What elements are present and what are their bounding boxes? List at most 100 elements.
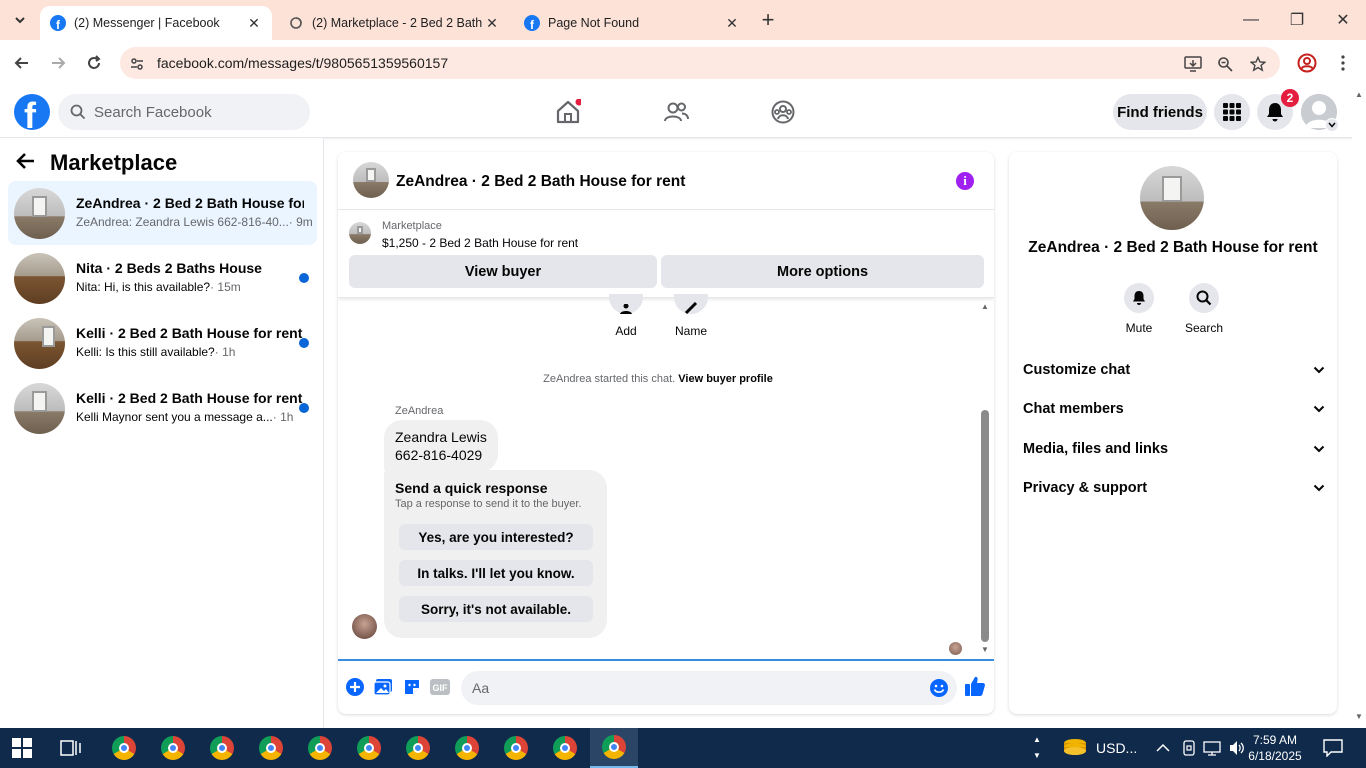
windows-taskbar: ▲ ▼ USD... 7:59 AM 6/18/2025 — [0, 728, 1366, 768]
site-info-icon[interactable] — [128, 55, 146, 73]
tab-page-not-found[interactable]: f Page Not Found ✕ — [514, 6, 750, 40]
close-tab-icon[interactable]: ✕ — [484, 15, 500, 31]
facebook-logo[interactable]: f — [14, 94, 50, 130]
home-nav-button[interactable] — [554, 98, 582, 126]
info-icon[interactable]: i — [956, 172, 974, 190]
listing-avatar[interactable] — [1140, 166, 1204, 230]
install-app-icon[interactable] — [1184, 55, 1202, 73]
menu-button[interactable] — [1214, 94, 1250, 130]
tab-search-dropdown[interactable] — [8, 8, 32, 32]
restore-button[interactable]: ❐ — [1274, 0, 1320, 40]
task-view-icon[interactable] — [60, 738, 82, 758]
chrome-taskbar-app[interactable] — [443, 728, 491, 768]
mute-button[interactable]: Mute — [1114, 283, 1164, 335]
chrome-taskbar-app-active[interactable] — [590, 728, 638, 768]
facebook-search-input[interactable]: Search Facebook — [58, 94, 310, 130]
quick-response-card: Send a quick response Tap a response to … — [384, 470, 607, 638]
tab-marketplace[interactable]: (2) Marketplace - 2 Bed 2 Bath House ✕ — [278, 6, 510, 40]
message-bubble[interactable]: Zeandra Lewis 662-816-4029 — [384, 420, 498, 472]
chrome-taskbar-app[interactable] — [149, 728, 197, 768]
groups-nav-button[interactable] — [769, 98, 797, 126]
currency-widget[interactable]: USD... — [1062, 728, 1137, 768]
scroll-down-icon[interactable]: ▼ — [981, 645, 989, 654]
quick-reply-button[interactable]: In talks. I'll let you know. — [399, 560, 593, 586]
find-friends-button[interactable]: Find friends — [1113, 94, 1207, 130]
close-tab-icon[interactable]: ✕ — [246, 15, 262, 31]
chat-members-section[interactable]: Chat members — [1023, 397, 1325, 421]
notification-center-icon[interactable] — [1323, 728, 1343, 768]
arrow-left-icon — [14, 57, 28, 69]
reload-button[interactable] — [81, 50, 107, 76]
arrow-right-icon — [52, 57, 66, 69]
view-buyer-profile-link[interactable]: View buyer profile — [678, 373, 773, 385]
zoom-icon[interactable] — [1216, 55, 1234, 73]
chrome-taskbar-app[interactable] — [541, 728, 589, 768]
network-icon[interactable] — [1203, 728, 1221, 768]
quick-response-title: Send a quick response — [395, 480, 548, 496]
minimize-button[interactable]: — — [1228, 0, 1274, 40]
quick-response-subtitle: Tap a response to send it to the buyer. — [395, 498, 582, 510]
chrome-taskbar-app[interactable] — [100, 728, 148, 768]
add-action[interactable]: Add — [606, 294, 646, 338]
conversation-item[interactable]: Kelli · 2 Bed 2 Bath House for rent Kell… — [8, 376, 317, 440]
chrome-icon — [553, 736, 577, 760]
unread-dot — [299, 403, 309, 413]
close-tab-icon[interactable]: ✕ — [724, 15, 740, 31]
thumbs-up-icon[interactable] — [964, 675, 986, 697]
gif-icon[interactable]: GIF — [430, 677, 450, 697]
taskbar-scroll[interactable]: ▲ ▼ — [1033, 728, 1041, 768]
customize-chat-section[interactable]: Customize chat — [1023, 358, 1325, 382]
name-action[interactable]: Name — [671, 294, 711, 338]
chrome-taskbar-app[interactable] — [492, 728, 540, 768]
close-window-button[interactable]: ✕ — [1320, 0, 1366, 40]
more-options-button[interactable]: More options — [661, 255, 984, 288]
back-button[interactable] — [9, 50, 35, 76]
photo-icon[interactable] — [373, 677, 393, 697]
chrome-taskbar-app[interactable] — [345, 728, 393, 768]
listing-title[interactable]: $1,250 - 2 Bed 2 Bath House for rent — [382, 236, 578, 250]
forward-button[interactable] — [45, 50, 71, 76]
scroll-up-icon[interactable]: ▲ — [1355, 90, 1363, 99]
seen-indicator-avatar — [949, 642, 962, 655]
back-arrow-icon[interactable] — [16, 152, 36, 175]
chrome-taskbar-app[interactable] — [394, 728, 442, 768]
scroll-up-icon[interactable]: ▲ — [981, 302, 989, 311]
address-bar[interactable]: facebook.com/messages/t/9805651359560157 — [120, 47, 1280, 79]
media-files-links-section[interactable]: Media, files and links — [1023, 437, 1325, 461]
privacy-support-section[interactable]: Privacy & support — [1023, 476, 1325, 500]
search-conversation-button[interactable]: Search — [1179, 283, 1229, 335]
windows-start-icon[interactable] — [12, 738, 32, 758]
scrollbar-thumb[interactable] — [981, 410, 989, 642]
chrome-taskbar-app[interactable] — [198, 728, 246, 768]
quick-reply-button[interactable]: Yes, are you interested? — [399, 524, 593, 550]
friends-nav-button[interactable] — [662, 98, 690, 126]
chrome-taskbar-app[interactable] — [296, 728, 344, 768]
page-scrollbar[interactable]: ▲ ▼ — [1352, 86, 1366, 728]
bookmark-star-icon[interactable] — [1249, 55, 1267, 73]
taskbar-clock[interactable]: 7:59 AM 6/18/2025 — [1240, 732, 1310, 764]
sticker-icon[interactable] — [402, 677, 422, 697]
chat-title[interactable]: ZeAndrea · 2 Bed 2 Bath House for rent — [396, 173, 685, 191]
show-hidden-icons[interactable] — [1156, 728, 1170, 768]
browser-menu-button[interactable] — [1330, 50, 1356, 76]
view-buyer-button[interactable]: View buyer — [349, 255, 657, 288]
emoji-icon[interactable] — [929, 678, 949, 698]
tab-messenger[interactable]: f (2) Messenger | Facebook ✕ — [40, 6, 272, 40]
chat-panel: ZeAndrea · 2 Bed 2 Bath House for rent i… — [338, 152, 994, 714]
chat-scrollbar[interactable]: ▲ ▼ — [979, 298, 991, 660]
conversation-item[interactable]: ZeAndrea · 2 Bed 2 Bath House for... ZeA… — [8, 181, 317, 245]
sender-avatar[interactable] — [352, 614, 377, 639]
profile-button[interactable] — [1294, 50, 1320, 76]
conversation-item[interactable]: Nita · 2 Beds 2 Baths House Nita: Hi, is… — [8, 246, 317, 310]
account-chevron-icon[interactable] — [1325, 118, 1339, 132]
device-icon[interactable] — [1182, 728, 1196, 768]
chrome-taskbar-app[interactable] — [247, 728, 295, 768]
plus-circle-icon[interactable] — [345, 677, 365, 697]
quick-reply-button[interactable]: Sorry, it's not available. — [399, 596, 593, 622]
chat-avatar[interactable] — [353, 162, 389, 198]
scroll-down-icon[interactable]: ▼ — [1355, 712, 1363, 721]
tab-title: Page Not Found — [548, 16, 640, 30]
message-input[interactable]: Aa — [461, 671, 957, 705]
new-tab-button[interactable]: + — [756, 7, 780, 32]
conversation-item[interactable]: Kelli · 2 Bed 2 Bath House for rent Kell… — [8, 311, 317, 375]
